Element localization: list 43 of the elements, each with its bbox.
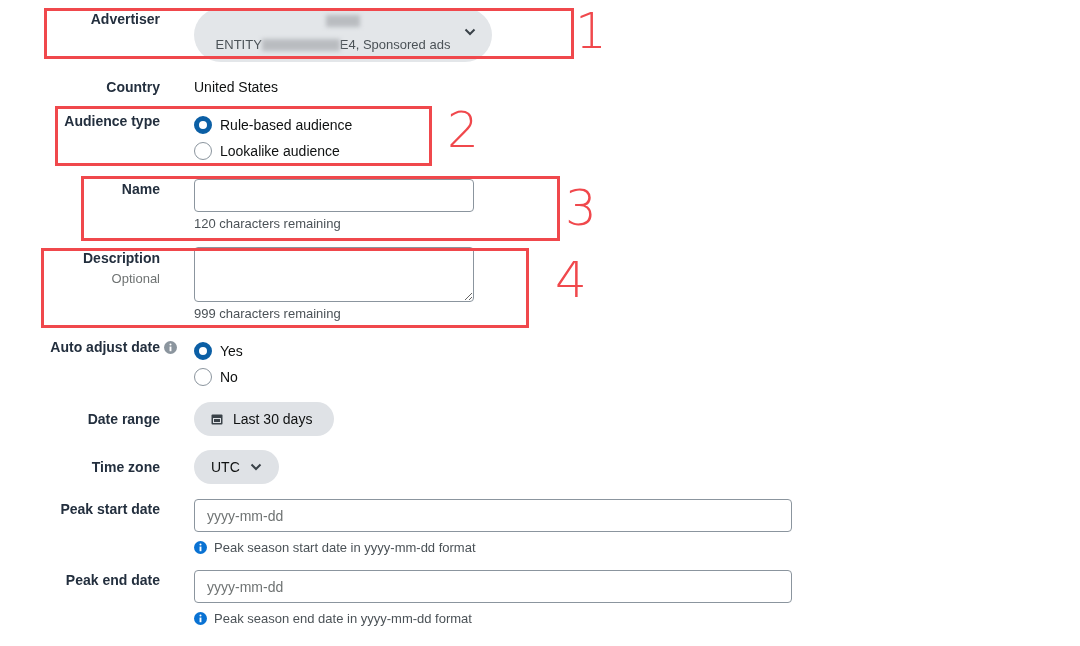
radio-label[interactable]: Rule-based audience [220, 116, 353, 134]
select-value: E4, Sponsored ads [339, 36, 451, 54]
field-label: Audience type [64, 112, 160, 130]
info-icon [164, 340, 177, 354]
info-icon [194, 541, 207, 554]
field-label: Name [121, 180, 160, 198]
field-label: Date range [87, 410, 160, 428]
redaction-blur [326, 15, 360, 27]
calendar-icon [211, 413, 223, 425]
annotation-number: 2 [447, 105, 479, 155]
date-range-button[interactable]: Last 30 days [194, 402, 334, 436]
time-zone-dropdown[interactable]: UTC [194, 450, 279, 484]
radio-label[interactable]: Lookalike audience [220, 142, 340, 160]
radio-button[interactable] [194, 368, 212, 386]
annotation-number: 4 [555, 255, 587, 305]
chevron-down-icon [464, 28, 476, 36]
radio-button[interactable] [194, 142, 212, 160]
helper-text: 999 characters remaining [194, 306, 342, 322]
radio-button[interactable] [194, 342, 212, 360]
annotation-number: 1 [575, 6, 607, 56]
country-value: United States [194, 78, 279, 96]
field-label: Country [106, 78, 160, 96]
annotation-number: 3 [565, 183, 597, 233]
helper-text: 120 characters remaining [194, 216, 342, 232]
text-input-field[interactable]: yyyy-mm-dd [194, 499, 792, 532]
hint-text: Peak season end date in yyyy-mm-dd format [214, 611, 472, 626]
radio-button[interactable] [194, 116, 212, 134]
hint-text: Peak season start date in yyyy-mm-dd format [214, 540, 476, 555]
text-input-field[interactable] [194, 179, 474, 212]
field-label: Description [83, 249, 160, 267]
field-label: Auto adjust date [50, 338, 160, 356]
field-label: Advertiser [90, 10, 160, 28]
text-input-field[interactable]: yyyy-mm-dd [194, 570, 792, 603]
field-label: Peak start date [60, 500, 160, 518]
field-label: Peak end date [65, 571, 160, 589]
optional-label: Optional [111, 270, 160, 288]
chevron-down-icon [249, 463, 262, 471]
radio-label[interactable]: No [220, 368, 238, 386]
radio-label[interactable]: Yes [220, 342, 243, 360]
select-value: ENTITY [215, 36, 262, 54]
field-label: Time zone [91, 458, 160, 476]
info-icon [194, 612, 207, 625]
description-field[interactable] [194, 247, 474, 302]
